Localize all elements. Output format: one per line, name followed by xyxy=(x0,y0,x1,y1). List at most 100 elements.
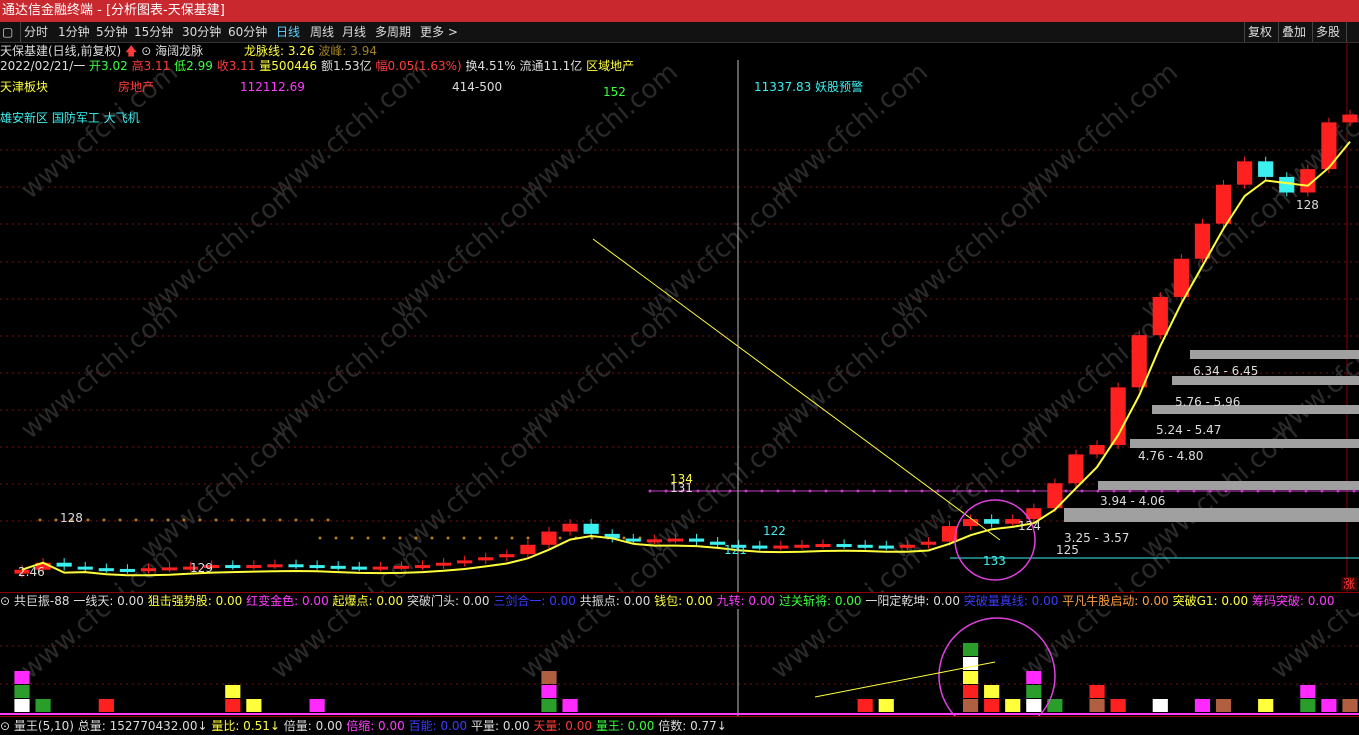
label-131: 131 xyxy=(670,481,693,495)
candle-body xyxy=(1132,335,1147,387)
level-dot xyxy=(367,537,370,540)
concept-tags: 雄安新区 国防军工 大飞机 xyxy=(0,111,140,125)
level-dot xyxy=(463,537,466,540)
label-121: 121 xyxy=(724,543,747,557)
level-dot xyxy=(623,537,626,540)
signal-block xyxy=(541,671,556,684)
candle-body xyxy=(331,566,346,569)
zone-label-3: 4.76 - 4.80 xyxy=(1138,449,1203,463)
candle-body xyxy=(562,524,577,532)
signal-block xyxy=(963,671,978,684)
volume-item-0: 量王(5,10) xyxy=(14,719,78,733)
indicator-item-1: 一线天: 0.00 xyxy=(73,594,147,608)
candle-body xyxy=(541,532,556,545)
panel-collapse-icon[interactable]: ⊙ xyxy=(0,594,10,608)
signal-block xyxy=(1321,699,1336,712)
level-dot xyxy=(311,519,314,522)
candle-body xyxy=(689,539,704,542)
collapse-icon[interactable]: ⊙ xyxy=(141,44,151,58)
candle-body xyxy=(120,569,135,572)
signal-block xyxy=(1195,699,1210,712)
signal-block xyxy=(1342,699,1357,712)
level-dot xyxy=(495,537,498,540)
candle-body xyxy=(752,546,767,549)
indicator-item-14: 突破G1: 0.00 xyxy=(1173,594,1252,608)
candle-body xyxy=(1089,445,1104,454)
signal-block xyxy=(1026,671,1041,684)
signal-block xyxy=(562,699,577,712)
candle-body xyxy=(626,539,641,542)
candle-body xyxy=(1068,454,1083,483)
level-dot xyxy=(167,519,170,522)
level-dot xyxy=(351,537,354,540)
signal-block xyxy=(963,643,978,656)
candle-body xyxy=(1342,115,1357,123)
zone-label-5: 5.76 - 5.96 xyxy=(1175,395,1240,409)
high-value: 高3.11 xyxy=(132,59,171,73)
stock-name[interactable]: 天保基建(日线,前复权) xyxy=(0,44,121,58)
level-dot xyxy=(199,519,202,522)
candle-body xyxy=(879,546,894,549)
level-dot xyxy=(383,537,386,540)
signal-block xyxy=(1216,699,1231,712)
zone-label-2: 3.94 - 4.06 xyxy=(1100,494,1165,508)
watermark-text: www.cfchi.com xyxy=(1265,537,1359,685)
stock-title-row: 天保基建(日线,前复权) 🡅 ⊙ 海阔龙脉 xyxy=(0,44,203,58)
candle-body xyxy=(267,564,282,567)
kline-chart[interactable]: www.cfchi.com www.cfchi.com www.cfchi.com w… xyxy=(0,0,1359,734)
volume-item-6: 平量: 0.00 xyxy=(471,719,533,733)
signal-block xyxy=(1111,699,1126,712)
indicator-name[interactable]: 海阔龙脉 xyxy=(155,44,203,58)
volume-item-5: 百能: 0.00 xyxy=(409,719,471,733)
volume-value: 量500446 xyxy=(259,59,317,73)
tag-realestate: 房地产 xyxy=(118,80,154,94)
volume-item-7: 天量: 0.00 xyxy=(533,719,595,733)
signal-block xyxy=(225,699,240,712)
watermark-text: www.cfchi.com xyxy=(515,537,684,685)
level-dot xyxy=(55,519,58,522)
volume-collapse-icon[interactable]: ⊙ xyxy=(0,719,10,733)
label-133: 133 xyxy=(983,554,1006,568)
candle-body xyxy=(310,565,325,568)
signal-block xyxy=(1005,699,1020,712)
watermark-text: www.cfchi.com xyxy=(515,297,684,445)
level-dot xyxy=(103,519,106,522)
tag-warning: 11337.83 妖股预警 xyxy=(754,80,863,94)
open-value: 开3.02 xyxy=(89,59,128,73)
limit-up-badge: 涨 xyxy=(1341,577,1357,591)
level-dot xyxy=(431,537,434,540)
zone-label-1: 3.25 - 3.57 xyxy=(1064,531,1129,545)
indicator-item-4: 起爆点: 0.00 xyxy=(333,594,407,608)
float-cap-value: 流通11.1亿 xyxy=(520,59,583,73)
candle-body xyxy=(373,567,388,570)
level-dot xyxy=(39,519,42,522)
signal-block xyxy=(1089,699,1104,712)
signal-block xyxy=(1300,699,1315,712)
level-dot xyxy=(87,519,90,522)
volume-items: 量王(5,10) 总量: 152770432.00↓ 量比: 0.51↓ 倍量:… xyxy=(14,719,727,733)
indicator-values: 龙脉线: 3.26 波峰: 3.94 xyxy=(244,44,377,58)
indicator-item-8: 钱包: 0.00 xyxy=(654,594,716,608)
volume-item-4: 倍缩: 0.00 xyxy=(346,719,408,733)
candle-body xyxy=(984,519,999,524)
signal-block xyxy=(310,699,325,712)
label-129: 129 xyxy=(190,561,213,575)
indicator-items: 共巨振-88 一线天: 0.00 狙击强势股: 0.00 红变金色: 0.00 … xyxy=(14,594,1335,608)
candle-body xyxy=(1174,259,1189,297)
signal-bars xyxy=(14,643,1359,712)
level-dot xyxy=(119,519,122,522)
candle-body xyxy=(815,544,830,547)
watermark-text: www.cfchi.com xyxy=(765,537,934,685)
candle-body xyxy=(57,563,72,567)
level-dot xyxy=(215,519,218,522)
candle-body xyxy=(1237,161,1252,184)
signal-block xyxy=(879,699,894,712)
signal-block xyxy=(99,699,114,712)
level-dot xyxy=(559,537,562,540)
close-value: 收3.11 xyxy=(217,59,256,73)
date-label: 2022/02/21/一 xyxy=(0,59,85,73)
chart-grid xyxy=(0,42,1359,684)
level-dot xyxy=(295,519,298,522)
label-2-46: 2.46 xyxy=(18,565,45,579)
signal-block xyxy=(1300,685,1315,698)
